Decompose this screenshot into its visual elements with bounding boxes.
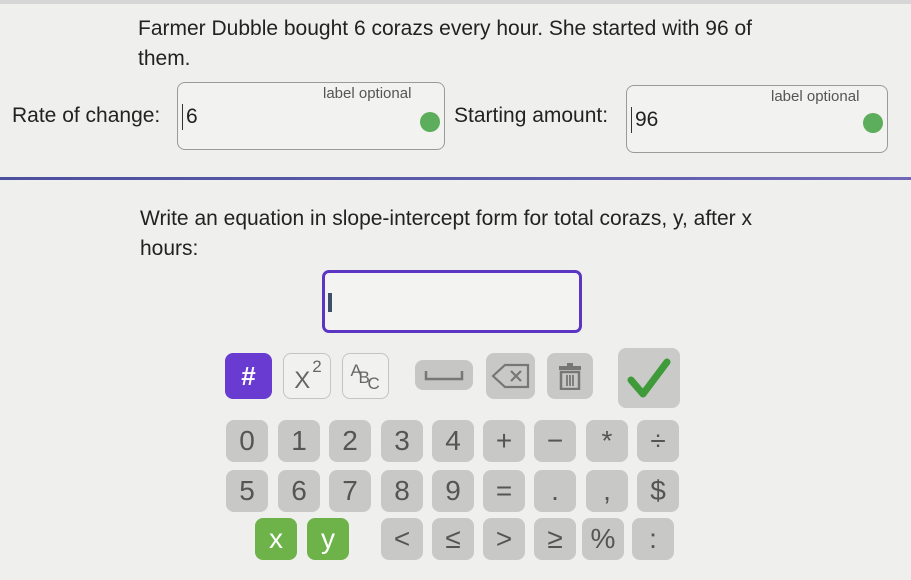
key-label: ÷ xyxy=(650,425,666,456)
key-label: . xyxy=(551,475,559,506)
key-label: 4 xyxy=(445,425,461,456)
key-9[interactable]: 9 xyxy=(432,470,474,512)
starting-amount-value[interactable]: 96 xyxy=(631,107,658,133)
exponent-base: X xyxy=(294,367,311,394)
starting-amount-field[interactable]: label optional 96 xyxy=(626,85,888,153)
text-cursor xyxy=(328,293,332,312)
hash-icon: # xyxy=(241,360,256,391)
key-minus[interactable]: − xyxy=(534,420,576,462)
key-7[interactable]: 7 xyxy=(329,470,371,512)
key-divide[interactable]: ÷ xyxy=(637,420,679,462)
key-multiply[interactable]: * xyxy=(586,420,628,462)
section-divider xyxy=(0,177,911,180)
key-comma[interactable]: , xyxy=(586,470,628,512)
checkmark-icon xyxy=(627,358,671,398)
key-label: 9 xyxy=(445,475,461,506)
start-optional-label: label optional xyxy=(771,88,860,105)
key-label: $ xyxy=(650,475,666,506)
abc-icon: A B C xyxy=(350,361,380,393)
key-label: * xyxy=(601,425,613,456)
key-less-than-or-equal[interactable]: ≤ xyxy=(432,518,474,560)
key-label: 7 xyxy=(342,475,358,506)
backspace-icon xyxy=(490,363,529,389)
key-label: 3 xyxy=(394,425,410,456)
rate-of-change-label: Rate of change: xyxy=(12,104,161,127)
key-label: < xyxy=(393,523,411,554)
exponent-button[interactable]: X 2 xyxy=(283,353,331,399)
key-label: x xyxy=(269,523,283,554)
key-4[interactable]: 4 xyxy=(432,420,474,462)
key-label: + xyxy=(495,425,513,456)
key-label: − xyxy=(546,425,564,456)
problem-text: Farmer Dubble bought 6 corazs every hour… xyxy=(138,17,752,70)
key-label: 1 xyxy=(291,425,307,456)
key-equals[interactable]: = xyxy=(483,470,525,512)
key-percent[interactable]: % xyxy=(582,518,624,560)
numbers-mode-button[interactable]: # xyxy=(225,353,272,399)
key-label: = xyxy=(495,475,513,506)
key-label: 5 xyxy=(239,475,255,506)
key-less-than[interactable]: < xyxy=(381,518,423,560)
key-plus[interactable]: + xyxy=(483,420,525,462)
starting-amount-label: Starting amount: xyxy=(454,104,609,127)
given-values-row: Rate of change: label optional 6 Startin… xyxy=(0,82,911,154)
key-label: ≥ xyxy=(547,523,563,554)
rate-of-change-field[interactable]: label optional 6 xyxy=(177,82,445,150)
key-5[interactable]: 5 xyxy=(226,470,268,512)
key-var-x[interactable]: x xyxy=(255,518,297,560)
key-label: 0 xyxy=(239,425,255,456)
key-greater-than[interactable]: > xyxy=(483,518,525,560)
key-label: 6 xyxy=(291,475,307,506)
key-label: % xyxy=(590,523,616,554)
key-0[interactable]: 0 xyxy=(226,420,268,462)
trash-icon xyxy=(559,363,581,390)
key-2[interactable]: 2 xyxy=(329,420,371,462)
equation-answer-input[interactable] xyxy=(322,270,582,333)
key-8[interactable]: 8 xyxy=(381,470,423,512)
space-bar-icon xyxy=(424,371,464,381)
key-label: 2 xyxy=(342,425,358,456)
key-6[interactable]: 6 xyxy=(278,470,320,512)
rate-status-dot-icon xyxy=(420,112,440,132)
key-1[interactable]: 1 xyxy=(278,420,320,462)
space-button[interactable] xyxy=(415,360,473,390)
key-greater-than-or-equal[interactable]: ≥ xyxy=(534,518,576,560)
key-var-y[interactable]: y xyxy=(307,518,349,560)
key-label: > xyxy=(495,523,513,554)
top-edge xyxy=(0,0,911,4)
key-label: y xyxy=(321,523,335,554)
check-answer-button[interactable] xyxy=(618,348,680,408)
rate-of-change-value[interactable]: 6 xyxy=(182,104,198,130)
key-decimal-point[interactable]: . xyxy=(534,470,576,512)
start-status-dot-icon xyxy=(863,113,883,133)
key-label: 8 xyxy=(394,475,410,506)
key-3[interactable]: 3 xyxy=(381,420,423,462)
key-label: ≤ xyxy=(445,523,461,554)
key-label: , xyxy=(603,475,611,506)
key-dollar[interactable]: $ xyxy=(637,470,679,512)
rate-optional-label: label optional xyxy=(323,85,412,102)
backspace-button[interactable] xyxy=(486,353,535,399)
exponent-power: 2 xyxy=(312,357,322,376)
question-text: Write an equation in slope-intercept for… xyxy=(140,207,752,260)
key-label: : xyxy=(649,523,657,554)
abc-letters-button[interactable]: A B C xyxy=(342,353,389,399)
clear-button[interactable] xyxy=(547,353,593,399)
key-colon[interactable]: : xyxy=(632,518,674,560)
